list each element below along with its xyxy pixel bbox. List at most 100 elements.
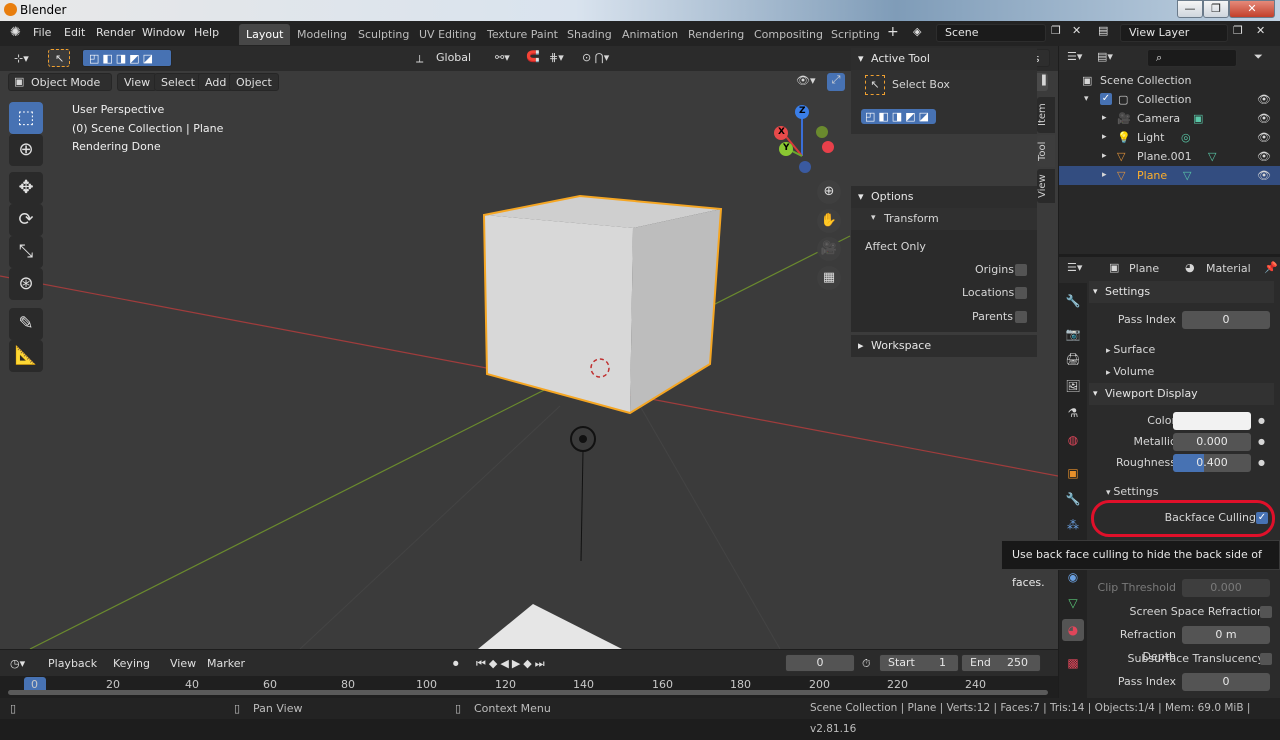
subsurface-checkbox[interactable]: [1260, 653, 1272, 665]
render-tab-icon[interactable]: 📷: [1062, 323, 1084, 345]
locations-checkbox[interactable]: [1015, 287, 1027, 299]
orientation-dropdown[interactable]: Global: [430, 49, 486, 67]
annotate-tool-icon[interactable]: ✎: [9, 308, 43, 340]
view-layer-tab-icon[interactable]: 🖼: [1062, 375, 1084, 397]
eye-icon[interactable]: 👁: [1257, 109, 1271, 128]
outliner-scene-collection[interactable]: ▣ Scene Collection: [1059, 71, 1280, 90]
tab-modeling[interactable]: Modeling: [290, 24, 354, 45]
clip-threshold-field[interactable]: 0.000: [1182, 579, 1270, 597]
proportional-edit-icon[interactable]: ⊙ ⋂▾: [582, 51, 609, 64]
snap-icon[interactable]: 🧲: [526, 50, 540, 63]
tool-tab-icon[interactable]: 🔧: [1062, 290, 1084, 312]
tab-shading[interactable]: Shading: [560, 24, 619, 45]
outliner-item-camera[interactable]: ▸ 🎥 Camera ▣ 👁: [1059, 109, 1280, 128]
tab-tool[interactable]: Tool: [1037, 135, 1055, 167]
measure-tool-icon[interactable]: 📐: [9, 340, 43, 372]
collection-checkbox[interactable]: ✓: [1100, 93, 1112, 105]
start-frame-field[interactable]: Start 1: [879, 654, 959, 672]
keyframe-dot-icon[interactable]: ●: [1258, 431, 1265, 453]
filter-icon[interactable]: ⏷: [1254, 50, 1263, 64]
blender-menu-icon[interactable]: ✺: [10, 25, 21, 40]
view-layer-selector[interactable]: View Layer: [1120, 24, 1228, 42]
output-tab-icon[interactable]: 🖨: [1062, 348, 1084, 370]
tab-item[interactable]: Item: [1037, 97, 1055, 133]
keyframe-dot-icon[interactable]: ●: [1258, 410, 1265, 432]
outliner-item-plane[interactable]: ▸ ▽ Plane ▽ 👁: [1059, 166, 1280, 185]
eye-icon[interactable]: 👁: [1257, 90, 1271, 109]
menu-edit[interactable]: Edit: [64, 26, 85, 39]
camera-view-icon[interactable]: 🎥: [817, 237, 841, 261]
snap-target-icon[interactable]: ⋕▾: [549, 51, 564, 64]
expand-arrow-icon[interactable]: ▸: [1102, 147, 1107, 166]
material-tab-icon[interactable]: ◕: [1062, 619, 1084, 641]
tab-compositing[interactable]: Compositing: [747, 24, 830, 45]
gizmo-toggle-icon[interactable]: ⤢: [827, 73, 845, 91]
tab-view[interactable]: View: [1037, 169, 1055, 203]
menu-render[interactable]: Render: [96, 26, 135, 39]
transform-subheader[interactable]: Transform: [884, 212, 939, 225]
pin-icon[interactable]: 📌: [1264, 261, 1278, 274]
current-frame-field[interactable]: 0: [785, 654, 855, 672]
properties-editor-icon[interactable]: ☰▾: [1067, 261, 1082, 274]
tab-scripting[interactable]: Scripting: [824, 24, 887, 45]
color-swatch[interactable]: [1173, 412, 1251, 430]
menu-add[interactable]: Add: [198, 73, 234, 91]
keyframe-dot-icon[interactable]: ●: [1258, 452, 1265, 474]
cursor-tool-icon[interactable]: ⊕: [9, 134, 43, 166]
expand-arrow-icon[interactable]: ▾: [1084, 90, 1089, 109]
tab-animation[interactable]: Animation: [615, 24, 685, 45]
view-menu[interactable]: View: [170, 655, 196, 673]
pass-index-field[interactable]: 0: [1182, 311, 1270, 329]
workspace-header[interactable]: ▸ Workspace: [851, 335, 1037, 357]
copy-view-layer-icon[interactable]: ❐: [1233, 24, 1243, 37]
menu-select[interactable]: Select: [154, 73, 202, 91]
rotate-tool-icon[interactable]: ⟳: [9, 204, 43, 236]
maximize-button[interactable]: ❐: [1203, 0, 1229, 18]
tab-uv-editing[interactable]: UV Editing: [412, 24, 483, 45]
scale-tool-icon[interactable]: ⤡: [9, 236, 43, 268]
pivot-icon[interactable]: ⚯▾: [495, 51, 510, 64]
options-header[interactable]: ▾ Options: [851, 186, 1037, 208]
menu-file[interactable]: File: [33, 26, 51, 39]
visibility-icon[interactable]: 👁▾: [796, 74, 816, 87]
display-mode-icon[interactable]: ▤▾: [1097, 50, 1113, 63]
copy-scene-icon[interactable]: ❐: [1051, 24, 1061, 37]
select-box-tool-icon[interactable]: ⬚: [9, 102, 43, 134]
sub-settings-subpanel[interactable]: ▾ Settings: [1106, 485, 1159, 498]
menu-help[interactable]: Help: [194, 26, 219, 39]
particles-tab-icon[interactable]: ⁂: [1062, 514, 1084, 536]
timeline-editor-icon[interactable]: ◷▾: [10, 655, 25, 673]
select-mode-icons[interactable]: ◰◧◨◩◪: [82, 49, 172, 67]
roughness-slider[interactable]: 0.400: [1173, 454, 1251, 472]
scene-selector[interactable]: Scene: [936, 24, 1046, 42]
menu-window[interactable]: Window: [142, 26, 185, 39]
clock-icon[interactable]: ⏱: [862, 655, 871, 673]
world-tab-icon[interactable]: ◍: [1062, 429, 1084, 451]
delete-view-layer-icon[interactable]: ✕: [1256, 24, 1265, 37]
zoom-icon[interactable]: ⊕: [817, 180, 841, 204]
playback-controls[interactable]: ⏮◆◀▶◆⏭: [476, 655, 548, 673]
end-frame-field[interactable]: End 250: [961, 654, 1041, 672]
timeline-scrollbar[interactable]: [8, 690, 1048, 695]
object-data-tab-icon[interactable]: ▽: [1062, 592, 1084, 614]
menu-view[interactable]: View: [117, 73, 158, 91]
outliner-search-input[interactable]: ⌕: [1147, 49, 1237, 67]
tab-sculpting[interactable]: Sculpting: [351, 24, 416, 45]
move-tool-icon[interactable]: ✥: [9, 172, 43, 204]
modifier-tab-icon[interactable]: 🔧: [1062, 488, 1084, 510]
eye-icon[interactable]: 👁: [1257, 166, 1271, 185]
eye-icon[interactable]: 👁: [1257, 147, 1271, 166]
texture-tab-icon[interactable]: ▩: [1062, 652, 1084, 674]
settings-section-header[interactable]: ▾ Settings: [1089, 281, 1274, 303]
close-button[interactable]: ✕: [1229, 0, 1275, 18]
select-mode-icons[interactable]: ◰◧◨◩◪: [861, 109, 936, 124]
transform-tool-icon[interactable]: ⊛: [9, 268, 43, 300]
record-button[interactable]: ⏺: [453, 655, 459, 673]
perspective-grid-icon[interactable]: ▦: [817, 266, 841, 290]
minimize-button[interactable]: —: [1177, 0, 1203, 18]
active-tool-header[interactable]: ▾ Active Tool: [851, 48, 1037, 70]
metallic-field[interactable]: 0.000: [1173, 433, 1251, 451]
marker-menu[interactable]: Marker: [207, 655, 245, 673]
scene-tab-icon[interactable]: ⚗: [1062, 402, 1084, 424]
menu-object[interactable]: Object: [229, 73, 279, 91]
